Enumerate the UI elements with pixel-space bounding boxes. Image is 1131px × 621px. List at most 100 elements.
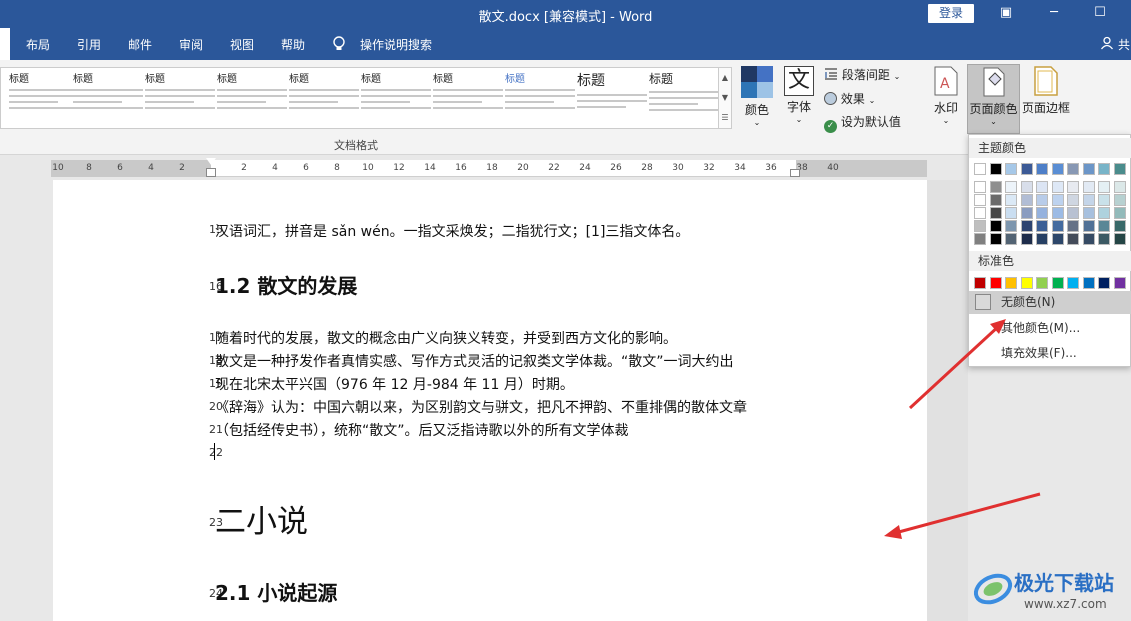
theme-color-swatch[interactable] — [989, 207, 1002, 219]
fill-effects-option[interactable]: 填充效果(F)... — [969, 342, 1131, 365]
tell-me-search[interactable]: 操作说明搜索 — [360, 36, 432, 53]
theme-color-swatch[interactable] — [1020, 181, 1033, 193]
style-set-item[interactable]: 标题 — [73, 70, 143, 126]
login-button[interactable]: 登录 — [928, 4, 974, 23]
heading-2[interactable]: 2.1 小说起源 — [215, 577, 337, 606]
theme-color-swatch[interactable] — [1020, 207, 1033, 219]
standard-color-swatch[interactable] — [1082, 277, 1095, 289]
standard-color-swatch[interactable] — [989, 277, 1002, 289]
standard-color-swatch[interactable] — [1020, 277, 1033, 289]
theme-color-swatch[interactable] — [1113, 163, 1126, 175]
tab-view[interactable]: 视图 — [230, 36, 254, 53]
maximize-icon[interactable]: ☐ — [1077, 0, 1123, 28]
paragraph-line[interactable]: 现在北宋太平兴国（976 年 12 月-984 年 11 月）时期。 — [215, 374, 574, 394]
ribbon-display-icon[interactable]: ▣ — [983, 0, 1029, 28]
style-set-item[interactable]: 标题 — [9, 70, 79, 126]
paragraph-spacing-button[interactable]: 段落间距 ⌄ — [824, 66, 900, 83]
theme-color-swatch[interactable] — [1067, 181, 1079, 193]
theme-color-swatch[interactable] — [1051, 163, 1064, 175]
paragraph-line[interactable]: 散文是一种抒发作者真情实感、写作方式灵活的记叙类文学体裁。“散文”一词大约出 — [215, 351, 734, 371]
theme-color-swatch[interactable] — [1020, 233, 1033, 245]
gallery-scroll[interactable]: ▲ ▼ ☰ — [718, 67, 732, 129]
style-set-item[interactable]: 标题 — [433, 70, 503, 126]
watermark-button[interactable]: A 水印 ⌄ — [928, 66, 964, 125]
theme-color-swatch[interactable] — [1020, 220, 1033, 232]
theme-color-swatch[interactable] — [1113, 194, 1126, 206]
theme-color-swatch[interactable] — [1098, 194, 1110, 206]
horizontal-ruler[interactable]: 10 8 6 4 2 2 4 6 8 10 12 14 16 18 20 22 … — [51, 158, 927, 177]
theme-color-swatch[interactable] — [1020, 163, 1033, 175]
theme-color-swatch[interactable] — [1005, 207, 1017, 219]
theme-color-swatch[interactable] — [1067, 194, 1079, 206]
theme-color-swatch[interactable] — [989, 233, 1002, 245]
standard-color-swatch[interactable] — [1113, 277, 1126, 289]
theme-color-swatch[interactable] — [1036, 181, 1048, 193]
theme-color-swatch[interactable] — [1036, 207, 1048, 219]
theme-color-swatch[interactable] — [1113, 207, 1126, 219]
standard-color-swatch[interactable] — [974, 277, 986, 289]
standard-color-swatch[interactable] — [1005, 277, 1017, 289]
theme-color-swatch[interactable] — [1113, 181, 1126, 193]
theme-color-swatch[interactable] — [974, 233, 986, 245]
theme-color-swatch[interactable] — [989, 163, 1002, 175]
standard-color-swatch[interactable] — [1067, 277, 1079, 289]
theme-color-swatch[interactable] — [974, 163, 986, 175]
theme-color-swatch[interactable] — [1036, 233, 1048, 245]
share-user-icon[interactable] — [1100, 36, 1114, 53]
theme-color-swatch[interactable] — [1067, 207, 1079, 219]
theme-color-swatch[interactable] — [974, 181, 986, 193]
theme-color-swatch[interactable] — [989, 220, 1002, 232]
theme-color-swatch[interactable] — [1098, 220, 1110, 232]
standard-color-swatch[interactable] — [1051, 277, 1064, 289]
theme-color-swatch[interactable] — [1005, 233, 1017, 245]
standard-color-swatch[interactable] — [1036, 277, 1048, 289]
theme-color-swatch[interactable] — [1098, 163, 1110, 175]
fonts-button[interactable]: 文 字体 ⌄ — [782, 66, 816, 124]
heading-1[interactable]: 二小说 — [215, 496, 308, 541]
theme-color-swatch[interactable] — [1067, 163, 1079, 175]
theme-color-swatch[interactable] — [974, 207, 986, 219]
style-set-item[interactable]: 标题 — [361, 70, 431, 126]
theme-color-swatch[interactable] — [1005, 194, 1017, 206]
style-set-gallery[interactable]: 标题 标题 标题 标题 标题 标题 标题 标题 标题 标题 — [0, 67, 720, 129]
no-color-option[interactable]: 无颜色(N) — [969, 291, 1131, 314]
theme-color-swatch[interactable] — [1082, 163, 1095, 175]
paragraph-line[interactable]: 随着时代的发展，散文的概念由广义向狭义转变，并受到西方文化的影响。 — [215, 328, 677, 348]
colors-button[interactable]: 颜色 ⌄ — [739, 66, 775, 127]
theme-color-swatch[interactable] — [1082, 220, 1095, 232]
theme-color-swatch[interactable] — [1082, 194, 1095, 206]
theme-color-swatch[interactable] — [1005, 220, 1017, 232]
tab-mailings[interactable]: 邮件 — [128, 36, 152, 53]
gallery-more-icon[interactable]: ☰ — [719, 108, 731, 128]
minimize-icon[interactable]: ─ — [1031, 0, 1077, 28]
theme-color-swatch[interactable] — [1113, 233, 1126, 245]
scroll-up-icon[interactable]: ▲ — [719, 68, 731, 88]
indent-marker-icon[interactable] — [206, 168, 216, 177]
theme-color-swatch[interactable] — [1113, 220, 1126, 232]
tab-layout[interactable]: 布局 — [26, 36, 50, 53]
scroll-down-icon[interactable]: ▼ — [719, 88, 731, 108]
theme-color-swatch[interactable] — [1082, 207, 1095, 219]
style-set-item[interactable]: 标题 — [289, 70, 359, 126]
theme-color-swatch[interactable] — [1098, 181, 1110, 193]
style-set-item[interactable]: 标题 — [145, 70, 215, 126]
indent-marker-icon[interactable] — [206, 158, 216, 165]
theme-color-swatch[interactable] — [989, 181, 1002, 193]
paragraph-line[interactable]: （包括经传史书），统称“散文”。后又泛指诗歌以外的所有文学体裁 — [215, 420, 629, 440]
theme-color-swatch[interactable] — [1005, 163, 1017, 175]
theme-color-swatch[interactable] — [1051, 233, 1064, 245]
theme-color-swatch[interactable] — [1051, 220, 1064, 232]
paragraph-line[interactable]: 《辞海》认为：中国六朝以来，为区别韵文与骈文，把凡不押韵、不重排偶的散体文章 — [215, 397, 747, 417]
page-color-button[interactable]: 页面颜色 ⌄ — [967, 64, 1020, 134]
theme-color-swatch[interactable] — [974, 220, 986, 232]
theme-color-swatch[interactable] — [1082, 233, 1095, 245]
style-set-item[interactable]: 标题 — [577, 70, 647, 126]
style-set-item[interactable]: 标题 — [217, 70, 287, 126]
theme-color-swatch[interactable] — [989, 194, 1002, 206]
heading-2[interactable]: 1.2 散文的发展 — [215, 270, 357, 299]
theme-color-swatch[interactable] — [1082, 181, 1095, 193]
theme-color-swatch[interactable] — [1051, 181, 1064, 193]
style-set-item[interactable]: 标题 — [505, 70, 575, 126]
theme-color-swatch[interactable] — [1036, 163, 1048, 175]
theme-color-swatch[interactable] — [1098, 233, 1110, 245]
